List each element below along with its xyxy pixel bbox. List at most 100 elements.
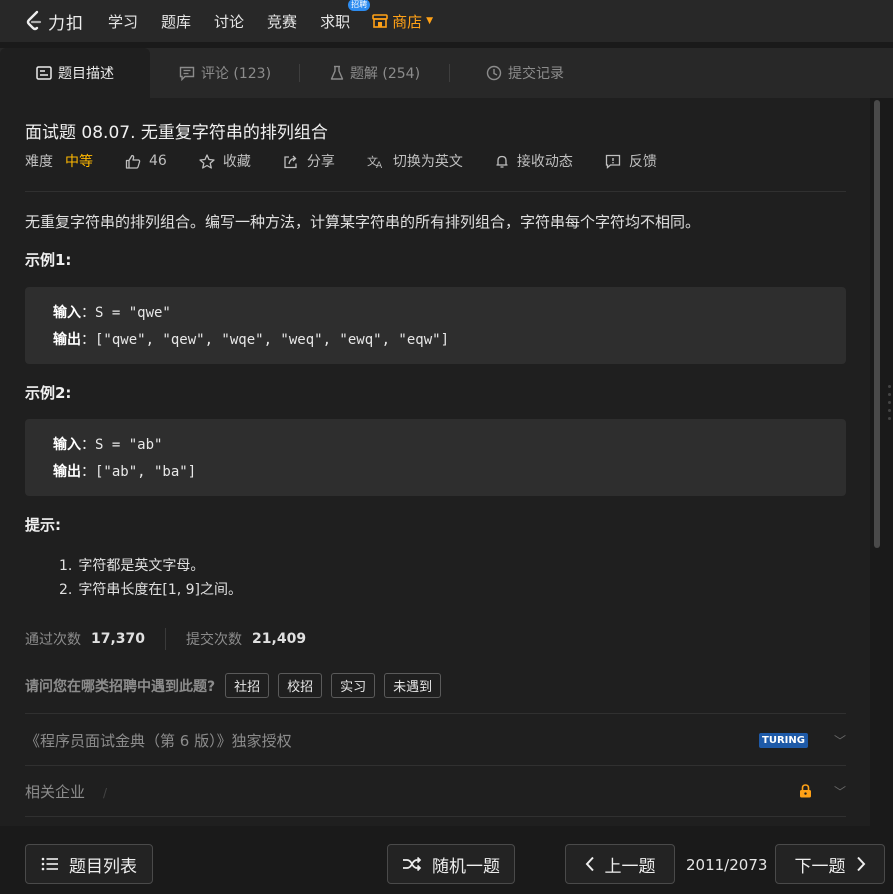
example-1-title: 示例1:	[25, 251, 72, 269]
switch-language-label: 切换为英文	[392, 154, 463, 170]
random-problem-button[interactable]: 随机一题	[387, 844, 515, 884]
chevron-left-icon	[585, 856, 594, 872]
hint-item: 1. 字符都是英文字母。	[59, 554, 242, 578]
example-1-input: 输入：S = "qwe"	[53, 300, 846, 327]
companies-separator: /	[103, 785, 108, 800]
shuffle-icon	[403, 857, 422, 871]
share-icon	[284, 155, 297, 168]
nav-item-jobs-label: 求职	[320, 12, 351, 31]
problem-tabs: 题目描述 评论 (123) 题解 (254) 提交记录	[0, 48, 893, 98]
output-value: ：["ab", "ba"]	[81, 464, 197, 480]
hint-text: 字符都是英文字母。	[78, 558, 205, 574]
problem-content: 面试题 08.07. 无重复字符串的排列组合 难度 中等 46 收藏 分享 文	[0, 98, 870, 826]
hint-text: 字符串长度在[1, 9]之间。	[78, 582, 242, 598]
hint-item: 2. 字符串长度在[1, 9]之间。	[59, 578, 242, 602]
example-2-output: 输出：["ab", "ba"]	[53, 459, 846, 486]
chevron-right-icon	[856, 856, 865, 872]
output-label: 输出	[53, 332, 81, 348]
share-button[interactable]: 分享	[283, 151, 335, 171]
problem-description: 无重复字符串的排列组合。编写一种方法，计算某字符串的所有排列组合，字符串每个字符…	[25, 213, 701, 231]
divider	[25, 713, 846, 714]
logo[interactable]: 力扣	[24, 9, 84, 34]
difficulty-label: 难度	[25, 154, 53, 170]
thumbs-up-icon	[125, 154, 141, 169]
panel-resize-handle[interactable]	[888, 385, 891, 435]
list-icon	[41, 857, 58, 871]
difficulty-badge: 中等	[65, 154, 93, 170]
nav-item-jobs[interactable]: 求职 招聘	[320, 0, 371, 32]
notify-button[interactable]: 接收动态	[495, 151, 573, 171]
resize-dot	[888, 401, 891, 404]
problem-position: 2011/2073	[686, 856, 768, 874]
bell-icon	[496, 155, 508, 168]
problem-meta: 难度 中等 46 收藏 分享 文 A 切换为英文 接收动态 反馈	[25, 151, 657, 171]
prev-problem-button[interactable]: 上一题	[565, 844, 675, 884]
leetcode-logo-icon	[26, 10, 42, 31]
share-label: 分享	[306, 154, 335, 170]
hire-badge: 招聘	[348, 0, 371, 11]
hint-title: 提示:	[25, 516, 61, 534]
chip-not-encountered[interactable]: 未遇到	[384, 673, 442, 698]
content-scrollbar[interactable]	[872, 98, 882, 826]
chevron-down-icon: ﹀	[833, 733, 846, 748]
nav-item-discuss[interactable]: 讨论	[214, 11, 244, 32]
turing-badge: TURING	[759, 732, 808, 748]
chip-campus-hire[interactable]: 校招	[278, 673, 323, 698]
feedback-button[interactable]: 反馈	[605, 151, 657, 171]
input-value: ：S = "ab"	[81, 437, 163, 453]
nav-item-contest[interactable]: 竞赛	[267, 11, 297, 32]
hint-number: 2.	[59, 582, 73, 598]
top-navigation: 力扣 学习 题库 讨论 竞赛 求职 招聘 商店 ▼	[0, 0, 893, 42]
tab-description[interactable]: 题目描述	[0, 48, 150, 98]
accepted-label: 通过次数	[25, 632, 81, 648]
divider	[25, 816, 846, 817]
survey-question: 请问您在哪类招聘中遇到此题?	[25, 678, 216, 695]
switch-language-button[interactable]: 文 A 切换为英文	[367, 151, 463, 171]
favorite-label: 收藏	[222, 154, 251, 170]
submissions-label: 提交次数	[186, 632, 243, 648]
favorite-button[interactable]: 收藏	[199, 151, 251, 171]
tab-submissions[interactable]: 提交记录	[450, 48, 600, 98]
example-1-output: 输出：["qwe", "qew", "wqe", "weq", "ewq", "…	[53, 327, 846, 354]
svg-text:A: A	[376, 161, 383, 169]
book-license-row[interactable]: 《程序员面试金典（第 6 版）》独家授权 TURING ﹀	[25, 715, 846, 765]
nav-item-store[interactable]: 商店 ▼	[372, 11, 433, 32]
nav-menu: 学习 题库 讨论 竞赛 求职 招聘 商店 ▼	[92, 0, 433, 32]
hint-list: 1. 字符都是英文字母。 2. 字符串长度在[1, 9]之间。	[59, 554, 242, 602]
next-problem-button[interactable]: 下一题	[775, 844, 885, 884]
accepted-count: 17,370	[91, 631, 146, 647]
chip-social-hire[interactable]: 社招	[225, 673, 270, 698]
output-value: ：["qwe", "qew", "wqe", "weq", "ewq", "eq…	[81, 332, 450, 348]
tab-solutions[interactable]: 题解 (254)	[300, 48, 450, 98]
related-companies-row[interactable]: 相关企业 / ﹀	[25, 766, 846, 816]
book-license-right: TURING ﹀	[759, 732, 846, 749]
tab-comments[interactable]: 评论 (123)	[150, 48, 300, 98]
tab-comments-label: 评论 (123)	[200, 66, 272, 82]
resize-dot	[888, 385, 891, 388]
lock-icon	[799, 784, 811, 798]
related-companies-label-wrap: 相关企业 /	[25, 781, 107, 802]
submission-stats: 通过次数 17,370 提交次数 21,409	[25, 628, 306, 650]
related-companies-label: 相关企业	[25, 782, 86, 801]
problem-list-button[interactable]: 题目列表	[25, 844, 153, 884]
feedback-label: 反馈	[628, 154, 657, 170]
example-2-block: 输入：S = "ab" 输出：["ab", "ba"]	[25, 419, 846, 496]
notify-label: 接收动态	[516, 154, 573, 170]
input-label: 输入	[53, 437, 81, 453]
scrollbar-thumb[interactable]	[874, 100, 880, 548]
comment-icon	[179, 66, 195, 81]
tab-submissions-label: 提交记录	[508, 66, 564, 82]
store-icon	[372, 14, 388, 28]
star-icon	[199, 153, 215, 169]
example-2-input: 输入：S = "ab"	[53, 432, 846, 459]
nav-item-problems[interactable]: 题库	[161, 11, 191, 32]
nav-item-learn[interactable]: 学习	[108, 11, 138, 32]
example-2-title: 示例2:	[25, 384, 72, 402]
prev-problem-label: 上一题	[604, 856, 656, 877]
resize-dot	[888, 393, 891, 396]
like-button[interactable]: 46	[125, 153, 167, 169]
divider	[25, 191, 846, 192]
tab-solutions-label: 题解 (254)	[349, 66, 421, 82]
chip-internship[interactable]: 实习	[331, 673, 376, 698]
chevron-down-icon: ▼	[426, 16, 434, 26]
